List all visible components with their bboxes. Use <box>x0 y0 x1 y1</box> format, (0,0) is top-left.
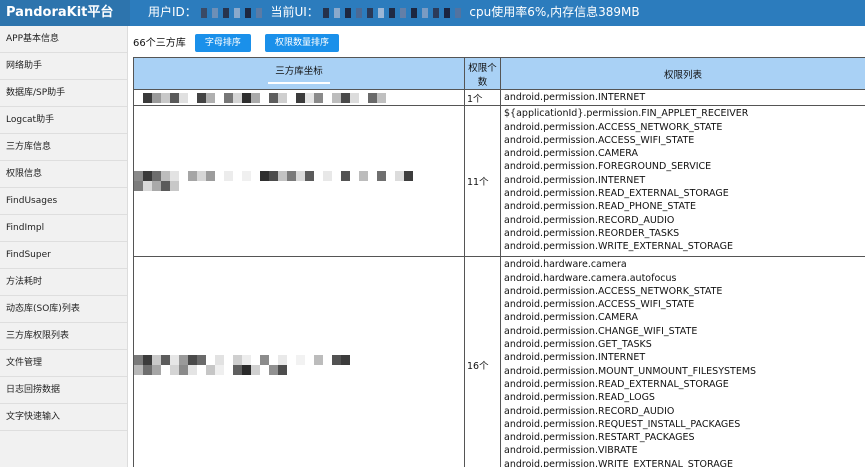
library-count: 66个三方库 <box>133 38 186 49</box>
permission-item: android.permission.INTERNET <box>504 92 646 103</box>
permission-item: android.permission.CAMERA <box>504 148 639 160</box>
sidebar-item-logcat[interactable]: Logcat助手 <box>0 107 127 134</box>
library-coord-redacted <box>133 256 465 467</box>
permission-count: 11个 <box>464 105 501 258</box>
sort-permission-count-button[interactable]: 权限数量排序 <box>264 34 339 52</box>
permission-item: android.permission.ACCESS_NETWORK_STATE <box>504 285 723 297</box>
sidebar-item-find-impl[interactable]: FindImpl <box>0 215 127 242</box>
sidebar-item-database[interactable]: 数据库/SP助手 <box>0 80 127 107</box>
sidebar-item-method-time[interactable]: 方法耗时 <box>0 269 127 296</box>
permission-item: android.permission.INTERNET <box>504 174 646 186</box>
header-underline <box>268 82 330 84</box>
resource-stats: cpu使用率6%,内存信息389MB <box>469 5 640 19</box>
permission-item: android.permission.RECORD_AUDIO <box>504 214 675 226</box>
permission-item: android.permission.VIBRATE <box>504 445 638 457</box>
top-bar: PandoraKit平台 用户ID： 当前UI： cpu使用率6%,内存信息38… <box>0 0 865 26</box>
permission-list: android.permission.INTERNET <box>500 88 865 107</box>
permission-item: android.permission.WRITE_EXTERNAL_STORAG… <box>504 458 733 467</box>
sidebar-item-lib-permissions[interactable]: 三方库权限列表 <box>0 323 127 350</box>
column-header-count-line2: 数 <box>477 76 488 88</box>
permission-item: android.permission.ACCESS_WIFI_STATE <box>504 299 695 311</box>
sort-alpha-button[interactable]: 字母排序 <box>194 34 251 52</box>
permission-item: android.permission.CHANGE_WIFI_STATE <box>504 325 698 337</box>
sidebar-item-find-super[interactable]: FindSuper <box>0 242 127 269</box>
sidebar-item-find-usages[interactable]: FindUsages <box>0 188 127 215</box>
sidebar-item-log-retrieval[interactable]: 日志回捞数据 <box>0 377 127 404</box>
permission-item: android.permission.FOREGROUND_SERVICE <box>504 161 712 173</box>
permission-item: android.permission.READ_LOGS <box>504 392 655 404</box>
permission-count: 16个 <box>464 256 501 467</box>
table-row: 16个 android.hardware.camera android.hard… <box>133 256 865 467</box>
app-title: PandoraKit平台 <box>0 0 130 26</box>
column-header-count: 权限个 数 <box>464 57 501 90</box>
sidebar-item-file-manager[interactable]: 文件管理 <box>0 350 127 377</box>
permission-item: android.permission.REQUEST_INSTALL_PACKA… <box>504 418 741 430</box>
current-ui-label: 当前UI： <box>270 5 319 19</box>
sidebar-item-permissions[interactable]: 权限信息 <box>0 161 127 188</box>
permission-item: android.permission.INTERNET <box>504 352 646 364</box>
permission-item: android.hardware.camera <box>504 259 627 271</box>
main-panel: 66个三方库 字母排序 权限数量排序 三方库坐标 权限个 数 权限列表 1个 a… <box>128 26 865 467</box>
user-id-redacted <box>200 7 267 18</box>
table-row: 11个 ${applicationId}.permission.FIN_APPL… <box>133 105 865 258</box>
user-id-label: 用户ID： <box>148 5 197 19</box>
permission-item: android.permission.RECORD_AUDIO <box>504 405 675 417</box>
column-header-count-line1: 权限个 <box>468 62 497 74</box>
permission-item: android.permission.ACCESS_WIFI_STATE <box>504 134 695 146</box>
permission-item: android.hardware.camera.autofocus <box>504 272 677 284</box>
sidebar-item-so-libs[interactable]: 动态库(SO库)列表 <box>0 296 127 323</box>
permission-item: android.permission.READ_EXTERNAL_STORAGE <box>504 188 729 200</box>
sidebar: APP基本信息 网络助手 数据库/SP助手 Logcat助手 三方库信息 权限信… <box>0 26 128 467</box>
sidebar-item-text-input[interactable]: 文字快速输入 <box>0 404 127 431</box>
sidebar-item-network[interactable]: 网络助手 <box>0 53 127 80</box>
permission-item: android.permission.WRITE_EXTERNAL_STORAG… <box>504 241 733 253</box>
table-row: 1个 android.permission.INTERNET <box>133 88 865 107</box>
permission-item: android.permission.READ_EXTERNAL_STORAGE <box>504 378 729 390</box>
permission-item: android.permission.RESTART_PACKAGES <box>504 432 695 444</box>
sidebar-item-libraries[interactable]: 三方库信息 <box>0 134 127 161</box>
library-permission-table: 三方库坐标 权限个 数 权限列表 1个 android.permission.I… <box>133 57 865 467</box>
permission-item: android.permission.MOUNT_UNMOUNT_FILESYS… <box>504 365 757 377</box>
library-coord-redacted <box>133 105 465 258</box>
toolbar: 66个三方库 字母排序 权限数量排序 <box>133 34 348 54</box>
permission-item: android.permission.READ_PHONE_STATE <box>504 201 697 213</box>
column-header-list: 权限列表 <box>500 57 865 90</box>
current-ui-redacted <box>322 7 466 18</box>
permission-item: android.permission.REORDER_TASKS <box>504 227 680 239</box>
permission-item: android.permission.ACCESS_NETWORK_STATE <box>504 121 723 133</box>
permission-count: 1个 <box>464 88 501 107</box>
permission-item: android.permission.CAMERA <box>504 312 639 324</box>
permission-list: ${applicationId}.permission.FIN_APPLET_R… <box>500 105 865 258</box>
permission-list: android.hardware.camera android.hardware… <box>500 256 865 467</box>
column-header-coord: 三方库坐标 <box>133 57 465 90</box>
library-coord-redacted <box>133 88 465 107</box>
permission-item: ${applicationId}.permission.FIN_APPLET_R… <box>504 108 749 120</box>
permission-item: android.permission.GET_TASKS <box>504 339 652 351</box>
sidebar-item-app-info[interactable]: APP基本信息 <box>0 26 127 53</box>
status-info: 用户ID： 当前UI： cpu使用率6%,内存信息389MB <box>148 0 640 26</box>
